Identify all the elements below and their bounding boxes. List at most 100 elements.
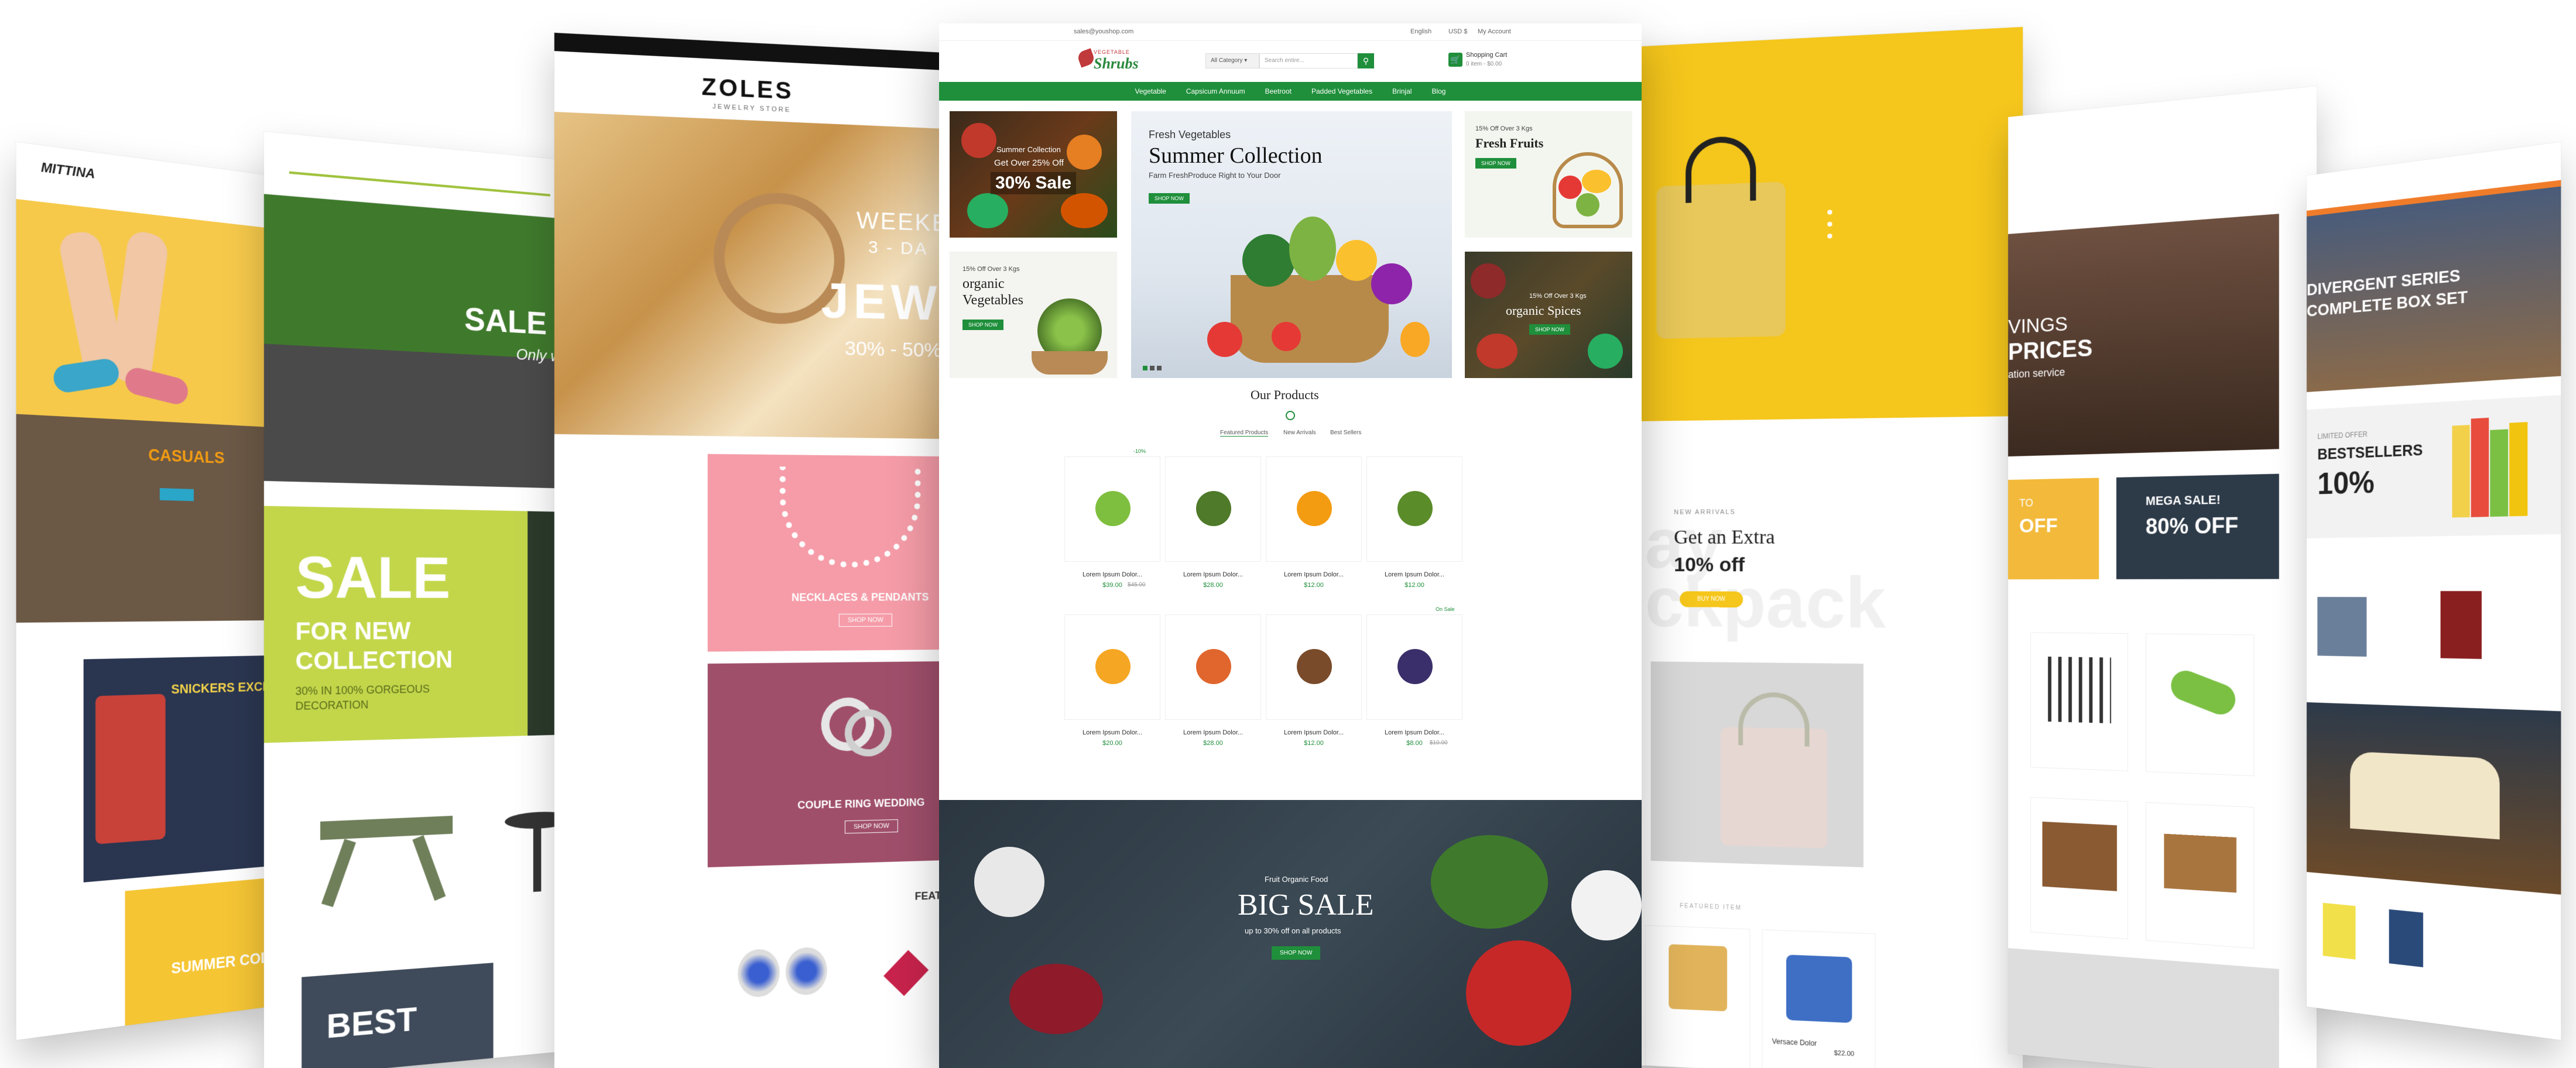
language-selector[interactable]: English [1410, 28, 1431, 35]
cart-icon: 🛒 [1448, 53, 1462, 67]
product-card[interactable] [1165, 614, 1261, 720]
theme-preview-shoes[interactable]: MITTINA CASUALS SNICKERS EXCLUSIVES SUMM… [16, 142, 271, 1040]
promo-summer-line3: 30% Sale [991, 172, 1077, 194]
theme-preview-jewelry[interactable]: ZOLES JEWELRY STORE WEEKEN 3 - DA JEW 30… [554, 32, 944, 1068]
promo-organic-vegetables[interactable]: 15% Off Over 3 Kgs organic Vegetables SH… [950, 252, 1117, 378]
nav-item-vegetable[interactable]: Vegetable [1135, 87, 1166, 95]
p3-hero-line2: 3 - DA [868, 237, 929, 259]
product-name[interactable]: Lorem Ipsum Dolor... [1064, 571, 1160, 578]
theme-preview-furniture[interactable]: SALE U Only w SALE FOR NEW COLLECTION 30… [263, 131, 573, 1068]
p1-sneakers-label: SNICKERS EXCLUSIVES [171, 678, 270, 697]
p3-rings[interactable]: COUPLE RING WEDDING SHOP NOW [707, 661, 944, 868]
p5-title: Get an Extra [1674, 526, 1775, 548]
nav-item-padded[interactable]: Padded Vegetables [1311, 87, 1372, 95]
promo-fresh-fruits[interactable]: 15% Off Over 3 Kgs Fresh Fruits SHOP NOW [1465, 111, 1632, 238]
tab-featured[interactable]: Featured Products [1220, 430, 1269, 437]
product-card[interactable] [1366, 456, 1462, 562]
hero-kicker: Fresh Vegetables [1149, 129, 1231, 140]
theme-preview-kitchen[interactable]: VINGS PRICES ation service TO OFF MEGA S… [2008, 86, 2317, 1068]
p5-product-2-price: $22.00 [1834, 1049, 1855, 1058]
product-price: $12.00 [1304, 582, 1324, 589]
product-name[interactable]: Lorem Ipsum Dolor... [1064, 729, 1160, 736]
hero-slider[interactable]: Fresh Vegetables Summer Collection Farm … [1131, 111, 1452, 378]
big-sale-banner[interactable]: Fruit Organic Food BIG SALE up to 30% of… [939, 800, 1642, 1068]
promo-fruits-line1: 15% Off Over 3 Kgs [1475, 125, 1533, 132]
search-input[interactable]: Search entire... [1259, 53, 1358, 68]
product-old-price: $10.00 [1430, 740, 1448, 746]
p3-rings-button[interactable]: SHOP NOW [844, 819, 898, 834]
logo-line2: Shrubs [1094, 55, 1139, 72]
product-name[interactable]: Lorem Ipsum Dolor... [1366, 729, 1462, 736]
p5-product-2[interactable]: Versace Dolor $22.00 [1762, 929, 1876, 1068]
p1-hero [16, 199, 271, 427]
nav-item-blog[interactable]: Blog [1431, 87, 1445, 95]
product-card[interactable] [1064, 456, 1160, 562]
p1-summer: SUMMER COLLECTION [125, 878, 270, 1026]
product-price: $12.00 [1304, 740, 1324, 747]
promo-fruits-button[interactable]: SHOP NOW [1475, 158, 1516, 169]
product-image [1397, 649, 1433, 684]
p5-product-1[interactable] [1645, 925, 1751, 1068]
nav-item-brinjal[interactable]: Brinjal [1392, 87, 1412, 95]
promo-organic-line3: Vegetables [962, 293, 1023, 308]
p3-hero: WEEKEN 3 - DA JEW 30% - 50% [554, 112, 944, 439]
leaf-icon [1076, 48, 1096, 68]
hero-title: Summer Collection [1149, 143, 1323, 168]
p7-promo[interactable]: LIMITED OFFER BESTSELLERS 10% [2307, 395, 2561, 538]
logo-line1: VEGETABLE [1094, 49, 1130, 55]
hero-shop-button[interactable]: SHOP NOW [1149, 193, 1190, 204]
banner-shop-button[interactable]: SHOP NOW [1272, 946, 1321, 960]
p6-promo-1[interactable]: TO OFF [2008, 478, 2099, 579]
product-card[interactable] [1165, 456, 1261, 562]
p5-buy-button[interactable]: BUY NOW [1680, 591, 1743, 607]
p6-hero-line1: VINGS [2008, 312, 2068, 338]
nav-item-capsicum[interactable]: Capsicum Annuum [1186, 87, 1245, 95]
category-select-value: All Category [1211, 57, 1243, 64]
product-name[interactable]: Lorem Ipsum Dolor... [1266, 571, 1362, 578]
product-badge: On Sale [1436, 606, 1455, 612]
product-name[interactable]: Lorem Ipsum Dolor... [1266, 729, 1362, 736]
site-logo[interactable]: VEGETABLE Shrubs [1076, 46, 1143, 77]
p3-necklaces-button[interactable]: SHOP NOW [838, 613, 892, 627]
p3-hero-line1: WEEKEN [856, 207, 944, 238]
product-card[interactable] [1266, 614, 1362, 720]
nav-item-beetroot[interactable]: Beetroot [1265, 87, 1292, 95]
promo-summer-collection[interactable]: Summer Collection Get Over 25% Off 30% S… [950, 111, 1117, 238]
product-card[interactable] [1064, 614, 1160, 720]
p2-best: BEST [302, 963, 494, 1068]
product-name[interactable]: Lorem Ipsum Dolor... [1165, 729, 1261, 736]
theme-preview-vegetable-shrubs[interactable]: sales@youshop.com English USD $ My Accou… [939, 23, 1642, 1068]
p6-product-4[interactable] [2145, 802, 2255, 949]
product-card[interactable] [1366, 614, 1462, 720]
p1-sneakers: SNICKERS EXCLUSIVES [83, 655, 270, 882]
p3-necklaces[interactable]: NECKLACES & PENDANTS SHOP NOW [707, 454, 944, 652]
shopping-cart[interactable]: 🛒 Shopping Cart 0 item - $0.00 [1448, 51, 1530, 71]
p3-necklaces-label: NECKLACES & PENDANTS [792, 591, 929, 604]
p6-promo-2-line1: MEGA SALE! [2145, 493, 2221, 509]
p6-product-2[interactable] [2145, 633, 2255, 777]
promo-organic-spices[interactable]: 15% Off Over 3 Kgs organic Spices SHOP N… [1465, 252, 1632, 378]
category-select[interactable]: All Category ▾ [1205, 53, 1259, 68]
search-button[interactable]: ⚲ [1358, 53, 1374, 68]
theme-preview-books[interactable]: DIVERGENT SERIES COMPLETE BOX SET LIMITE… [2307, 142, 2561, 1040]
main-nav: Vegetable Capsicum Annuum Beetroot Padde… [939, 82, 1642, 101]
p6-header [2008, 86, 2317, 234]
p6-promo-2[interactable]: MEGA SALE! 80% OFF [2116, 473, 2279, 579]
p6-hero: VINGS PRICES ation service [2008, 214, 2279, 456]
tab-new-arrivals[interactable]: New Arrivals [1283, 430, 1316, 436]
promo-organic-button[interactable]: SHOP NOW [962, 320, 1003, 330]
product-name[interactable]: Lorem Ipsum Dolor... [1165, 571, 1261, 578]
theme-preview-bags[interactable]: ay ckpack NEW ARRIVALS Get an Extra 10% … [1633, 26, 2023, 1068]
p6-product-1[interactable] [2030, 632, 2128, 771]
product-card[interactable] [1266, 456, 1362, 562]
p5-bag-photo [1650, 661, 1864, 868]
p6-product-3[interactable] [2030, 796, 2128, 940]
p1-casuals: CASUALS [16, 414, 271, 623]
product-name[interactable]: Lorem Ipsum Dolor... [1366, 571, 1462, 578]
p2-product-table[interactable] [302, 796, 471, 928]
promo-spices-button[interactable]: SHOP NOW [1529, 324, 1570, 335]
my-account-link[interactable]: My Account [1478, 28, 1511, 35]
currency-selector[interactable]: USD $ [1448, 28, 1467, 35]
top-email[interactable]: sales@youshop.com [1074, 28, 1133, 35]
tab-best-sellers[interactable]: Best Sellers [1330, 430, 1361, 436]
